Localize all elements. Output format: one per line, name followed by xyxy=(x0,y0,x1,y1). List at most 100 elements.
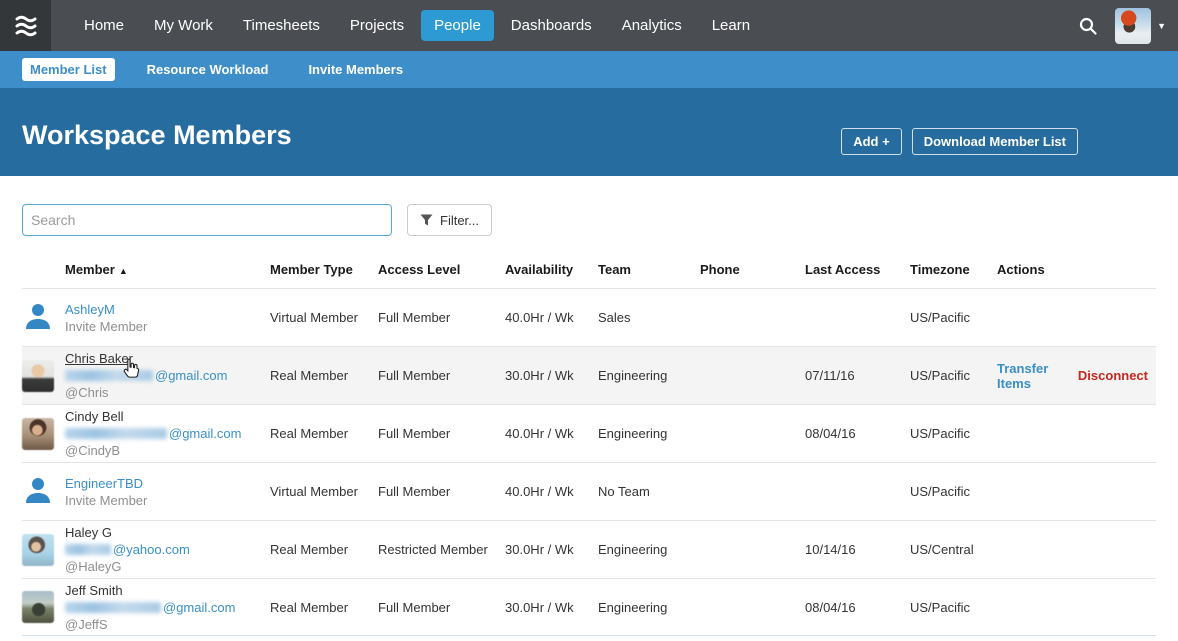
access-level-cell: Restricted Member xyxy=(378,542,505,557)
email-domain-link[interactable]: @gmail.com xyxy=(155,367,227,384)
member-name-link[interactable]: Jeff Smith xyxy=(65,582,262,599)
member-name-link[interactable]: Haley G xyxy=(65,524,262,541)
table-header-row: Member ▲ Member Type Access Level Availab… xyxy=(22,250,1156,288)
subnav-member-list[interactable]: Member List xyxy=(22,58,115,81)
availability-cell: 30.0Hr / Wk xyxy=(505,542,598,557)
page-title: Workspace Members xyxy=(22,120,292,151)
access-level-cell: Full Member xyxy=(378,310,505,325)
redacted-email-prefix xyxy=(65,602,161,613)
last-access-cell: 07/11/16 xyxy=(805,368,910,383)
access-level-cell: Full Member xyxy=(378,426,505,441)
nav-right: ▼ xyxy=(1073,8,1178,44)
team-cell: No Team xyxy=(598,484,700,499)
col-timezone[interactable]: Timezone xyxy=(910,262,997,277)
availability-cell: 40.0Hr / Wk xyxy=(505,310,598,325)
member-email[interactable]: @gmail.com xyxy=(65,599,262,616)
sort-asc-icon: ▲ xyxy=(119,266,128,276)
member-type-cell: Real Member xyxy=(270,600,378,615)
member-type-cell: Real Member xyxy=(270,368,378,383)
transfer-items-link[interactable]: Transfer Items xyxy=(997,361,1064,391)
col-member[interactable]: Member ▲ xyxy=(65,262,270,277)
member-photo-avatar xyxy=(22,418,54,450)
member-email[interactable]: @yahoo.com xyxy=(65,541,262,558)
nav-item-analytics[interactable]: Analytics xyxy=(609,10,695,41)
subnav-resource-workload[interactable]: Resource Workload xyxy=(139,58,277,81)
availability-cell: 40.0Hr / Wk xyxy=(505,426,598,441)
table-row[interactable]: Jeff Smith @gmail.com @JeffS Real Member… xyxy=(22,578,1156,636)
table-row[interactable]: Haley G @yahoo.com @HaleyG Real Member R… xyxy=(22,520,1156,578)
top-nav: Home My Work Timesheets Projects People … xyxy=(0,0,1178,51)
nav-item-dashboards[interactable]: Dashboards xyxy=(498,10,605,41)
disconnect-link[interactable]: Disconnect xyxy=(1078,368,1148,383)
nav-item-people[interactable]: People xyxy=(421,10,494,41)
col-member-type[interactable]: Member Type xyxy=(270,262,378,277)
table-row[interactable]: AshleyM Invite Member Virtual Member Ful… xyxy=(22,288,1156,346)
team-cell: Engineering xyxy=(598,368,700,383)
member-photo-avatar xyxy=(22,534,54,566)
invite-member-label: Invite Member xyxy=(65,318,262,335)
access-level-cell: Full Member xyxy=(378,368,505,383)
search-icon[interactable] xyxy=(1073,11,1103,41)
funnel-icon xyxy=(420,214,433,226)
email-domain-link[interactable]: @yahoo.com xyxy=(113,541,190,558)
member-handle: @CindyB xyxy=(65,442,262,459)
nav-item-learn[interactable]: Learn xyxy=(699,10,763,41)
access-level-cell: Full Member xyxy=(378,600,505,615)
waves-icon xyxy=(13,14,39,38)
table-row[interactable]: Cindy Bell @gmail.com @CindyB Real Membe… xyxy=(22,404,1156,462)
member-name-link[interactable]: AshleyM xyxy=(65,301,262,318)
timezone-cell: US/Pacific xyxy=(910,484,997,499)
filter-label: Filter... xyxy=(440,213,479,228)
table-row[interactable]: EngineerTBD Invite Member Virtual Member… xyxy=(22,462,1156,520)
nav-item-my-work[interactable]: My Work xyxy=(141,10,226,41)
member-name-link[interactable]: Chris Baker xyxy=(65,350,262,367)
redacted-email-prefix xyxy=(65,428,167,439)
member-photo-avatar xyxy=(22,360,54,392)
timezone-cell: US/Pacific xyxy=(910,310,997,325)
virtual-member-silhouette-icon xyxy=(22,474,54,506)
availability-cell: 40.0Hr / Wk xyxy=(505,484,598,499)
download-member-list-button[interactable]: Download Member List xyxy=(912,128,1078,155)
member-name-link[interactable]: EngineerTBD xyxy=(65,475,262,492)
last-access-cell: 08/04/16 xyxy=(805,600,910,615)
col-access-level[interactable]: Access Level xyxy=(378,262,505,277)
member-name-link[interactable]: Cindy Bell xyxy=(65,408,262,425)
email-domain-link[interactable]: @gmail.com xyxy=(169,425,241,442)
col-last-access[interactable]: Last Access xyxy=(805,262,910,277)
team-cell: Sales xyxy=(598,310,700,325)
search-input[interactable] xyxy=(22,204,392,236)
invite-member-label: Invite Member xyxy=(65,492,262,509)
member-email[interactable]: @gmail.com xyxy=(65,425,262,442)
member-type-cell: Virtual Member xyxy=(270,484,378,499)
subnav-invite-members[interactable]: Invite Members xyxy=(300,58,411,81)
filter-button[interactable]: Filter... xyxy=(407,204,492,236)
member-type-cell: Real Member xyxy=(270,426,378,441)
col-phone[interactable]: Phone xyxy=(700,262,805,277)
nav-item-home[interactable]: Home xyxy=(71,10,137,41)
col-member-label: Member xyxy=(65,262,115,277)
page-header: Workspace Members Add + Download Member … xyxy=(0,88,1178,176)
toolbar: Filter... xyxy=(22,204,492,236)
nav-item-projects[interactable]: Projects xyxy=(337,10,417,41)
team-cell: Engineering xyxy=(598,426,700,441)
timezone-cell: US/Pacific xyxy=(910,368,997,383)
user-menu-arrow-icon[interactable]: ▼ xyxy=(1157,21,1166,31)
table-row[interactable]: Chris Baker @gmail.com @Chris Real Membe… xyxy=(22,346,1156,404)
nav-item-timesheets[interactable]: Timesheets xyxy=(230,10,333,41)
col-availability[interactable]: Availability xyxy=(505,262,598,277)
app-logo[interactable] xyxy=(0,0,51,51)
add-button[interactable]: Add + xyxy=(841,128,901,155)
access-level-cell: Full Member xyxy=(378,484,505,499)
header-buttons: Add + Download Member List xyxy=(841,128,1078,155)
user-avatar[interactable] xyxy=(1115,8,1151,44)
member-type-cell: Real Member xyxy=(270,542,378,557)
member-photo-avatar xyxy=(22,591,54,623)
member-email[interactable]: @gmail.com xyxy=(65,367,262,384)
email-domain-link[interactable]: @gmail.com xyxy=(163,599,235,616)
availability-cell: 30.0Hr / Wk xyxy=(505,368,598,383)
col-actions: Actions xyxy=(997,262,1156,277)
timezone-cell: US/Central xyxy=(910,542,997,557)
last-access-cell: 08/04/16 xyxy=(805,426,910,441)
col-team[interactable]: Team xyxy=(598,262,700,277)
virtual-member-silhouette-icon xyxy=(22,300,54,332)
